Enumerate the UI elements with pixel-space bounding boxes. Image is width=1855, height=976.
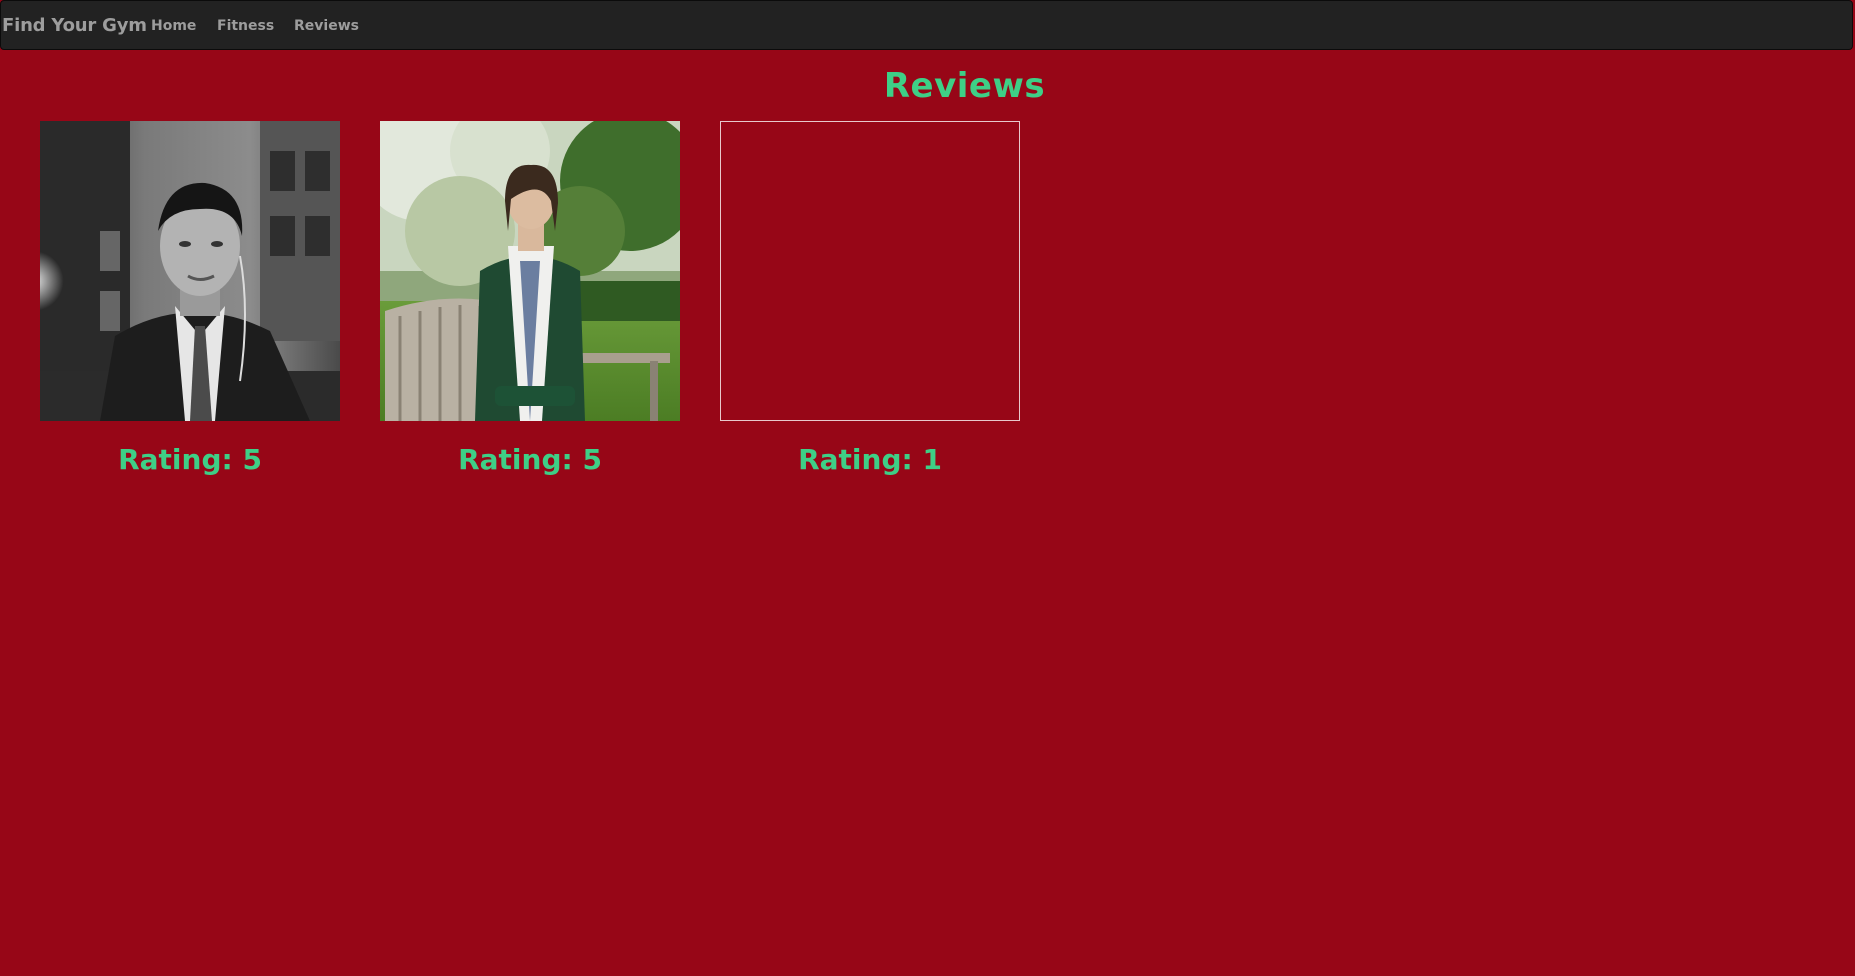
page-title: Reviews bbox=[883, 66, 1046, 106]
rating-label: Rating: 1 bbox=[798, 443, 942, 476]
rating-label: Rating: 5 bbox=[118, 443, 262, 476]
review-card: Rating: 5 bbox=[40, 121, 340, 476]
nav-item-fitness[interactable]: Fitness bbox=[217, 1, 274, 51]
navbar: Find Your Gym Home Fitness Reviews bbox=[0, 0, 1853, 50]
empty-photo-frame bbox=[720, 121, 1020, 421]
brand-link[interactable]: Find Your Gym bbox=[2, 1, 147, 51]
review-card: Rating: 1 bbox=[720, 121, 1020, 476]
nav-item-home[interactable]: Home bbox=[151, 1, 196, 51]
woman-in-graduation-gown-photo bbox=[380, 121, 680, 421]
reviewer-photo bbox=[380, 121, 680, 421]
reviewer-photo bbox=[40, 121, 340, 421]
man-in-suit-photo bbox=[40, 121, 340, 421]
rating-label: Rating: 5 bbox=[458, 443, 602, 476]
review-card: Rating: 5 bbox=[380, 121, 680, 476]
nav-item-reviews[interactable]: Reviews bbox=[294, 1, 359, 51]
